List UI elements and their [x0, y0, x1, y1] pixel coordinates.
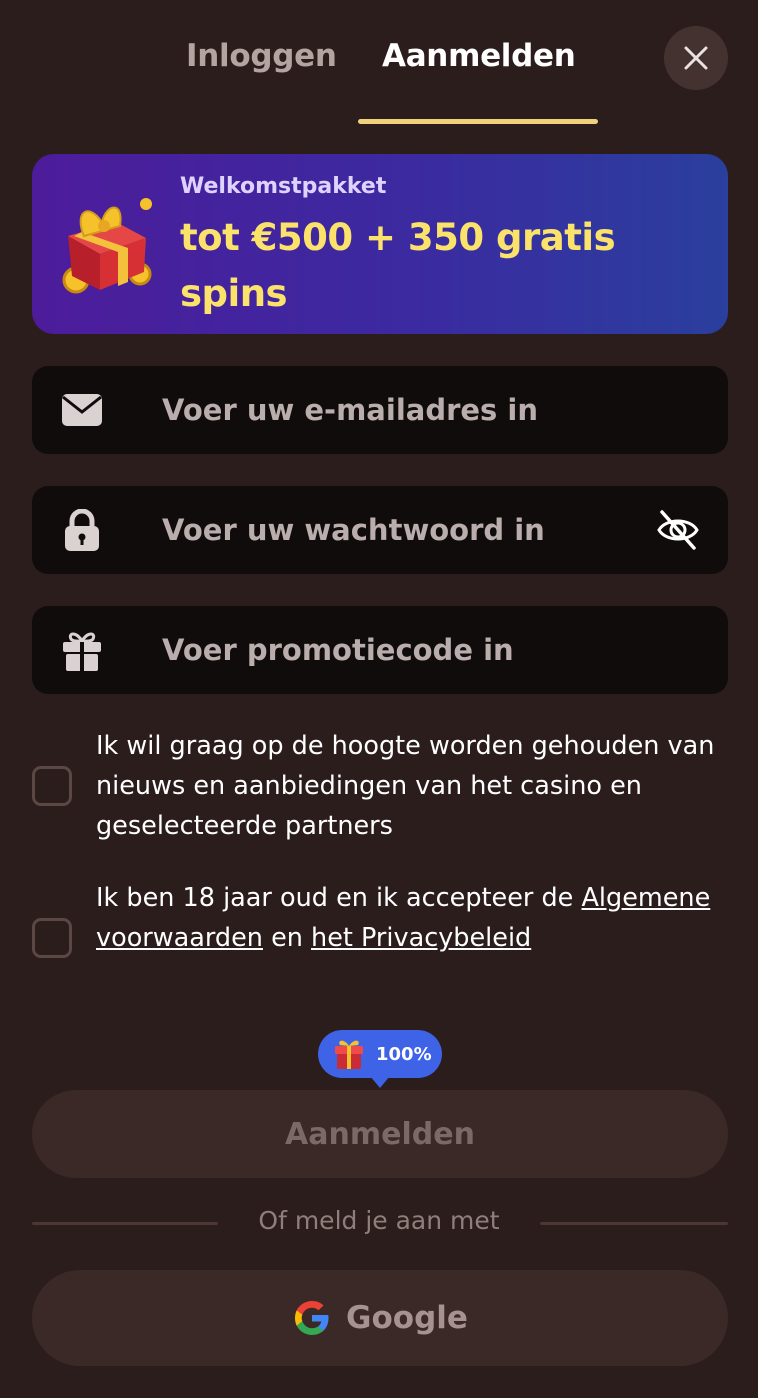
bonus-progress-badge: 100% — [318, 1030, 442, 1078]
terms-consent-middle: en — [262, 923, 312, 953]
tab-signup[interactable]: Aanmelden — [382, 38, 576, 74]
newsletter-consent-text: Ik wil graag op de hoogte worden gehoude… — [96, 731, 715, 841]
banner-subtitle: Welkomstpakket — [180, 174, 387, 199]
banner-title: tot €500 + 350 gratis spins — [180, 216, 616, 315]
google-signup-button[interactable]: Google — [32, 1270, 728, 1366]
password-input[interactable] — [162, 486, 662, 574]
newsletter-checkbox[interactable] — [32, 766, 72, 806]
terms-checkbox[interactable] — [32, 918, 72, 958]
google-button-label: Google — [346, 1300, 468, 1336]
password-field-container — [32, 486, 728, 574]
eye-slash-icon — [657, 510, 699, 550]
gift-box-icon — [62, 198, 152, 294]
bonus-percentage: 100% — [376, 1043, 432, 1065]
gift-icon — [60, 630, 104, 671]
envelope-icon — [60, 390, 104, 430]
terms-consent-prefix: Ik ben 18 jaar oud en ik accepteer de — [96, 883, 582, 913]
divider-line-right — [540, 1222, 728, 1225]
promo-code-input[interactable] — [162, 606, 662, 694]
gift-icon — [335, 1040, 363, 1069]
active-tab-indicator — [358, 119, 598, 124]
terms-consent-text: Ik ben 18 jaar oud en ik accepteer de Al… — [96, 878, 736, 958]
email-field-container — [32, 366, 728, 454]
auth-tabs: Inloggen Aanmelden — [0, 0, 758, 124]
promo-field-container — [32, 606, 728, 694]
privacy-policy-link[interactable]: het Privacybeleid — [311, 923, 531, 953]
terms-consent-row: Ik ben 18 jaar oud en ik accepteer de Al… — [32, 878, 728, 998]
lock-icon — [60, 509, 104, 551]
toggle-password-visibility-button[interactable] — [654, 506, 702, 554]
close-button[interactable] — [664, 26, 728, 90]
email-input[interactable] — [162, 366, 662, 454]
tab-login[interactable]: Inloggen — [186, 38, 337, 74]
signup-submit-button[interactable]: Aanmelden — [32, 1090, 728, 1178]
welcome-bonus-banner: Welkomstpakket tot €500 + 350 gratis spi… — [32, 154, 728, 334]
google-icon — [295, 1301, 329, 1335]
divider-text: Of meld je aan met — [258, 1206, 500, 1235]
close-icon — [684, 46, 708, 70]
badge-pointer — [370, 1076, 390, 1088]
newsletter-consent-row: Ik wil graag op de hoogte worden gehoude… — [32, 726, 728, 846]
